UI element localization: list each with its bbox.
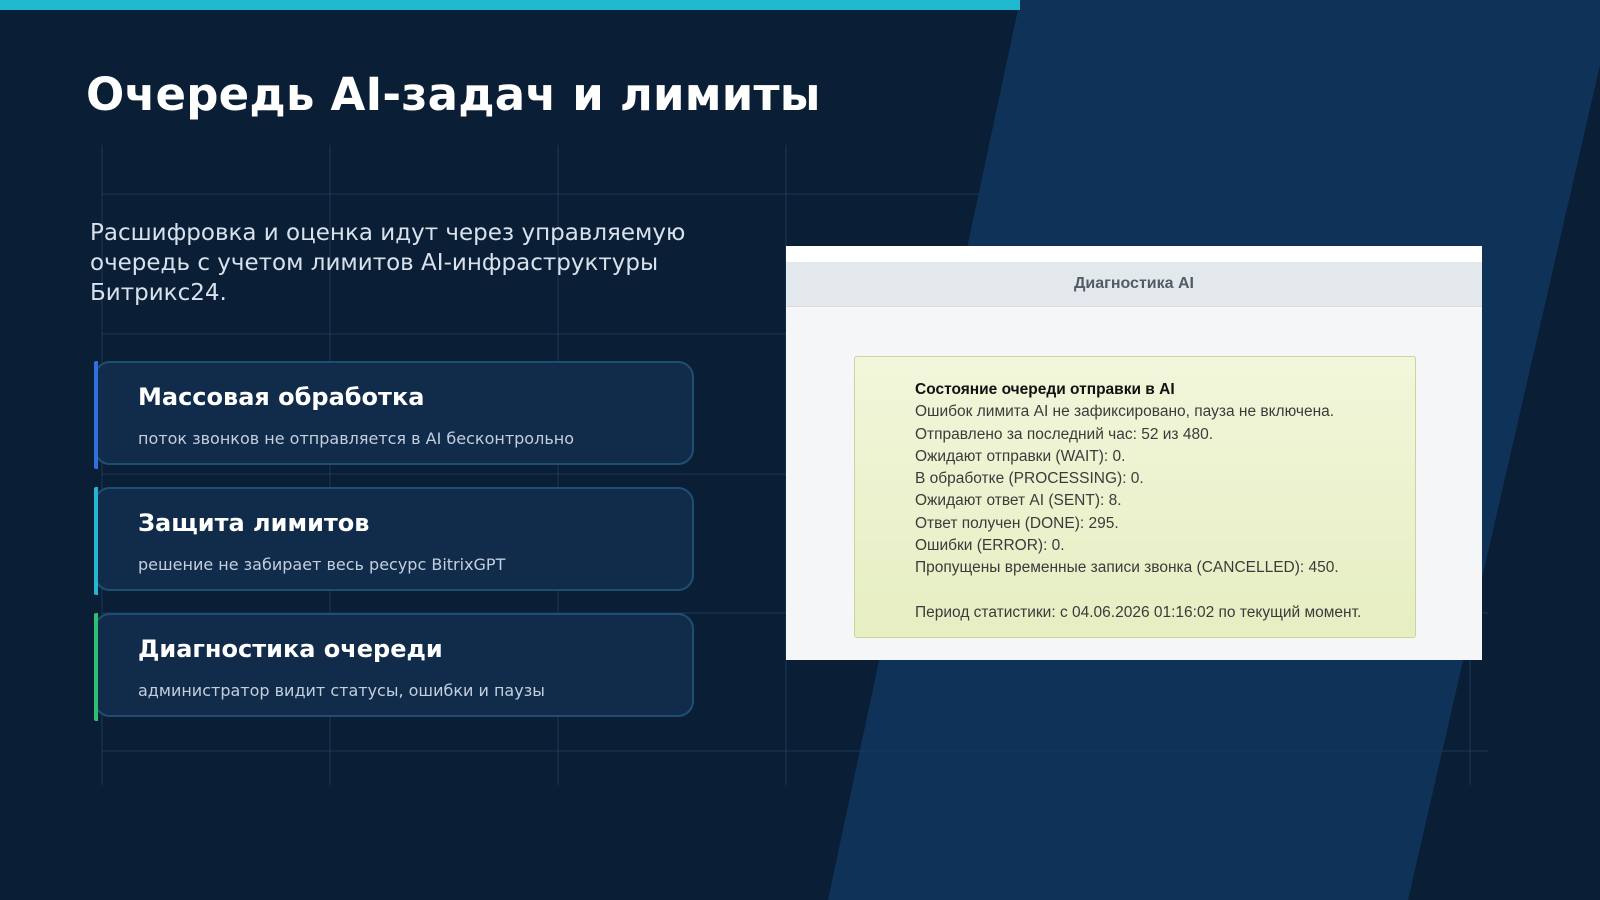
card-title: Массовая обработка [138,383,425,411]
status-line-cancelled: Пропущены временные записи звонка (CANCE… [915,559,1339,577]
status-line-sent-last-hour: Отправлено за последний час: 52 из 480. [915,425,1214,443]
card-mass-processing: Массовая обработка поток звонков не отпр… [94,361,694,469]
status-line-error: Ошибки (ERROR): 0. [915,537,1065,555]
status-line-processing: В обработке (PROCESSING): 0. [915,470,1144,488]
slide: Очередь AI-задач и лимиты Расшифровка и … [0,0,1600,900]
card-limit-protection: Защита лимитов решение не забирает весь … [94,487,694,595]
status-line-limit-errors: Ошибок лимита AI не зафиксировано, пауза… [915,403,1335,421]
status-line-done: Ответ получен (DONE): 295. [915,514,1119,532]
card-accent-bar [94,613,98,721]
slide-title: Очередь AI-задач и лимиты [86,68,821,121]
queue-status-title: Состояние очереди отправки в AI [915,381,1175,398]
ai-diagnostics-screenshot: Диагностика AI Состояние очереди отправк… [786,246,1482,660]
queue-status-box: Состояние очереди отправки в AI Ошибок л… [854,356,1416,638]
card-accent-bar [94,361,98,469]
screenshot-header: Диагностика AI [786,262,1482,307]
card-accent-bar [94,487,98,595]
card-description: решение не забирает весь ресурс BitrixGP… [138,555,506,574]
card-queue-diagnostics: Диагностика очереди администратор видит … [94,613,694,721]
top-accent-bar [0,0,1020,10]
status-spacer [915,580,1415,602]
card-description: поток звонков не отправляется в AI беско… [138,429,574,448]
card-description: администратор видит статусы, ошибки и па… [138,681,545,700]
status-line-sent: Ожидают ответ AI (SENT): 8. [915,492,1122,510]
card-title: Защита лимитов [138,509,370,537]
card-title: Диагностика очереди [138,635,443,663]
slide-subtitle: Расшифровка и оценка идут через управляе… [90,220,686,306]
statistics-period: Период статистики: с 04.06.2026 01:16:02… [915,603,1362,621]
status-line-wait: Ожидают отправки (WAIT): 0. [915,447,1126,465]
